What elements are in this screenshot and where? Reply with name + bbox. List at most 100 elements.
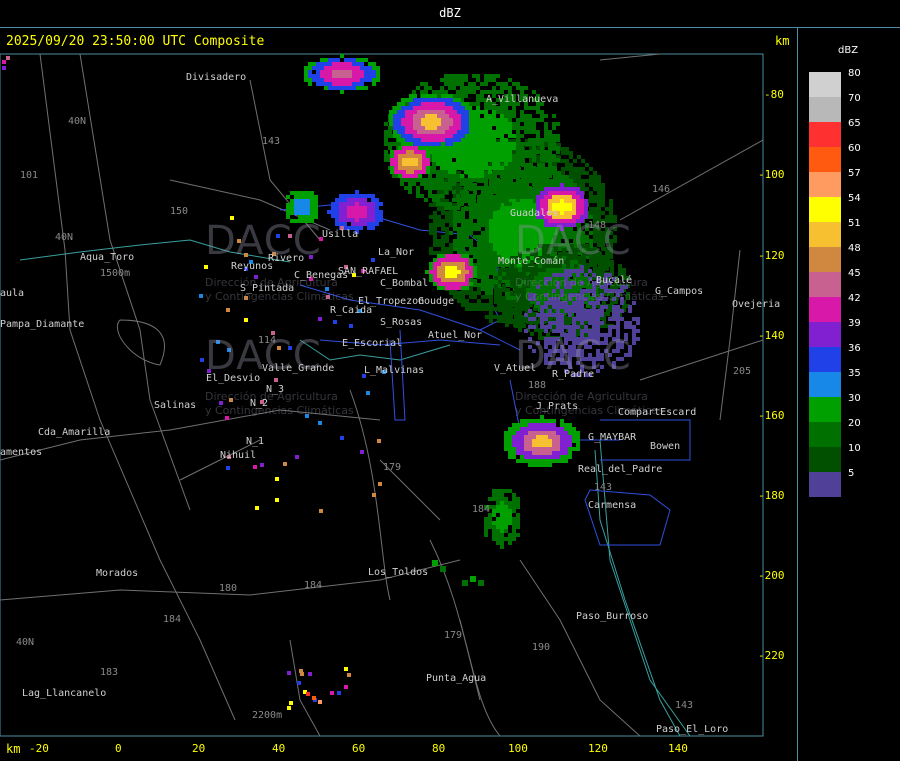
echo-cell (422, 150, 426, 154)
echo-cell (429, 227, 433, 231)
echo-cell (496, 182, 500, 186)
echo-cell (408, 178, 412, 182)
echo-cell (472, 74, 476, 78)
echo-cell (568, 195, 572, 199)
echo-cell (485, 223, 489, 227)
echo-cell (480, 110, 484, 114)
place-label: Paso_El_Loro (656, 724, 729, 735)
echo-cell (355, 190, 359, 194)
echo-cell (367, 206, 371, 210)
echo-cell (544, 122, 548, 126)
echo-cell (577, 171, 581, 175)
echo-cell (445, 94, 449, 98)
echo-cell (540, 118, 544, 122)
legend-swatch (809, 347, 841, 372)
echo-cell (465, 235, 469, 239)
echo-cell (565, 147, 569, 151)
echo-cell (489, 231, 493, 235)
echo-cell (444, 206, 448, 210)
echo-cell (484, 118, 488, 122)
echo-cell (324, 66, 328, 70)
echo-cell (461, 239, 465, 243)
echo-cell (492, 489, 496, 493)
radar-map[interactable] (0, 0, 900, 761)
echo-cell (437, 134, 441, 138)
echo-cell (605, 207, 609, 211)
echo-cell (520, 447, 524, 451)
x-tick-label: 20 (192, 742, 206, 755)
echo-cell (504, 194, 508, 198)
echo-cell (506, 312, 510, 316)
echo-cell (335, 222, 339, 226)
echo-cell (601, 191, 605, 195)
echo-cell (504, 130, 508, 134)
place-label: Guadales (510, 208, 559, 219)
echo-cell (416, 190, 420, 194)
echo-cell (2, 66, 6, 70)
echo-cell (504, 198, 508, 202)
echo-cell (472, 166, 476, 170)
echo-cell (397, 106, 401, 110)
echo-cell (304, 66, 308, 70)
echo-cell (516, 525, 520, 529)
echo-cell (585, 163, 589, 167)
echo-cell (429, 215, 433, 219)
echo-cell (461, 262, 465, 266)
echo-cell (504, 118, 508, 122)
echo-cell (516, 130, 520, 134)
echo-cell (472, 126, 476, 130)
echo-cell (504, 154, 508, 158)
echo-cell (584, 313, 588, 317)
echo-cell (500, 493, 504, 497)
echo-cell (597, 187, 601, 191)
echo-cell (476, 78, 480, 82)
echo-cell (512, 126, 516, 130)
echo-cell (565, 163, 569, 167)
echo-cell (584, 199, 588, 203)
echo-cell (335, 206, 339, 210)
echo-cell (441, 106, 445, 110)
echo-cell (418, 154, 422, 158)
echo-cell (556, 321, 560, 325)
echo-cell (496, 166, 500, 170)
echo-cell (520, 86, 524, 90)
echo-cell (528, 174, 532, 178)
echo-cell (417, 98, 421, 102)
echo-cell (359, 202, 363, 206)
echo-cell (409, 122, 413, 126)
echo-cell (371, 226, 375, 230)
echo-cell (337, 691, 341, 695)
echo-cell (314, 199, 318, 203)
echo-cell (548, 134, 552, 138)
echo-cell (461, 243, 465, 247)
echo-cell (552, 142, 556, 146)
echo-cell (417, 134, 421, 138)
echo-cell (485, 271, 489, 275)
echo-cell (624, 321, 628, 325)
echo-cell (371, 198, 375, 202)
echo-cell (339, 206, 343, 210)
echo-cell (449, 286, 453, 290)
echo-cell (453, 278, 457, 282)
echo-cell (497, 211, 501, 215)
legend-title: dBZ (838, 45, 859, 56)
echo-cell (536, 463, 540, 467)
echo-cell (469, 207, 473, 211)
echo-cell (552, 459, 556, 463)
echo-cell (414, 158, 418, 162)
echo-cell (560, 195, 564, 199)
echo-cell (437, 106, 441, 110)
echo-cell (347, 218, 351, 222)
echo-cell (393, 106, 397, 110)
echo-cell (343, 202, 347, 206)
place-label: Lag_Llancanelo (22, 688, 107, 699)
echo-cell (390, 154, 394, 158)
echo-cell (481, 255, 485, 259)
echo-cell (433, 211, 437, 215)
echo-cell (542, 268, 546, 272)
echo-cell (540, 174, 544, 178)
legend-swatch (809, 322, 841, 347)
echo-cell (556, 158, 560, 162)
echo-cell (544, 134, 548, 138)
echo-cell (355, 222, 359, 226)
